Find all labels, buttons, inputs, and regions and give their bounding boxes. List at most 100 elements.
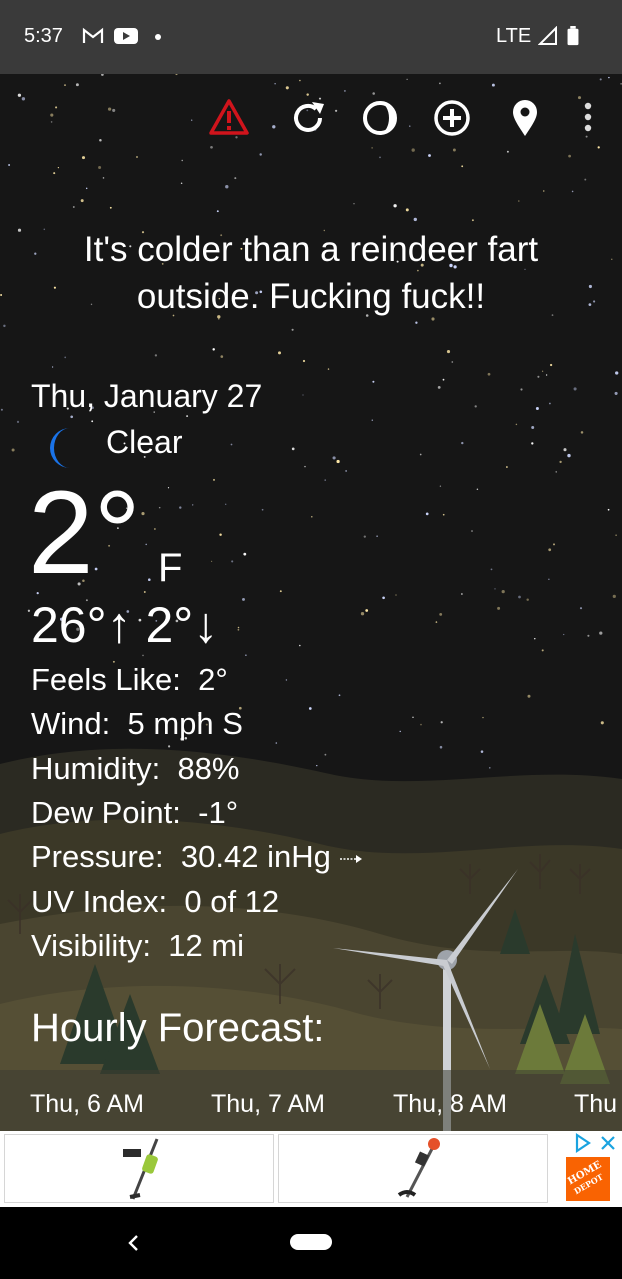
star bbox=[136, 156, 138, 158]
ad-product-card[interactable] bbox=[278, 1134, 548, 1203]
star bbox=[91, 420, 94, 423]
star bbox=[526, 598, 529, 601]
ad-banner[interactable]: HOME DEPOT bbox=[0, 1131, 622, 1207]
star bbox=[471, 219, 474, 222]
star bbox=[406, 78, 408, 81]
star bbox=[615, 371, 619, 375]
string-trimmer-1 bbox=[123, 1138, 159, 1200]
star bbox=[518, 595, 521, 599]
overflow-menu-icon[interactable] bbox=[566, 96, 610, 140]
back-icon[interactable] bbox=[124, 1231, 144, 1255]
star bbox=[371, 147, 373, 149]
star bbox=[212, 348, 215, 351]
detail-label: Wind: bbox=[31, 706, 111, 741]
hourly-item[interactable]: Thu, 7 AM bbox=[211, 1090, 325, 1119]
detail-value: 0 of 12 bbox=[184, 884, 280, 919]
star bbox=[615, 534, 617, 536]
wind-row: Wind: 5 mph S bbox=[31, 706, 243, 742]
star bbox=[242, 597, 245, 601]
home-pill-icon[interactable] bbox=[289, 1233, 333, 1251]
detail-value: 30.42 inHg bbox=[180, 839, 331, 874]
detail-label: UV Index: bbox=[31, 884, 168, 919]
star bbox=[568, 154, 571, 158]
navigation-bar bbox=[0, 1207, 622, 1279]
star bbox=[285, 679, 288, 681]
star bbox=[27, 609, 31, 612]
star bbox=[599, 78, 602, 81]
star bbox=[109, 206, 112, 209]
hourly-item[interactable]: Thu bbox=[574, 1090, 617, 1119]
refresh-icon[interactable] bbox=[286, 96, 330, 140]
star bbox=[395, 594, 397, 596]
star bbox=[225, 503, 227, 505]
star bbox=[64, 84, 66, 86]
star bbox=[541, 370, 544, 372]
star bbox=[607, 508, 610, 511]
star bbox=[98, 166, 102, 169]
feels-like-row: Feels Like: 2° bbox=[31, 662, 228, 698]
star bbox=[148, 578, 151, 581]
high-low-temperature: 26°↑ 2°↓ bbox=[31, 597, 219, 653]
star bbox=[489, 767, 491, 769]
alert-icon[interactable] bbox=[207, 96, 251, 140]
pressure-row: Pressure: 30.42 inHg bbox=[31, 839, 363, 875]
star bbox=[259, 153, 262, 156]
hourly-forecast-title: Hourly Forecast: bbox=[31, 1006, 325, 1050]
close-ad-icon[interactable] bbox=[600, 1135, 618, 1153]
star bbox=[291, 447, 295, 451]
star bbox=[334, 109, 338, 112]
status-bar: 5:37 LTE bbox=[0, 0, 622, 74]
signal-icon bbox=[538, 26, 557, 45]
arrow-right-icon bbox=[340, 854, 363, 863]
theme-icon[interactable] bbox=[358, 96, 402, 140]
detail-value: 12 mi bbox=[168, 928, 245, 963]
star bbox=[382, 596, 385, 600]
star bbox=[311, 516, 313, 518]
current-date: Thu, January 27 bbox=[31, 378, 263, 414]
star bbox=[420, 723, 422, 726]
star bbox=[515, 423, 518, 426]
star bbox=[442, 378, 445, 381]
ad-product-card[interactable] bbox=[4, 1134, 274, 1203]
star bbox=[299, 79, 301, 82]
star bbox=[245, 654, 247, 656]
star bbox=[57, 166, 60, 169]
location-pin-icon[interactable] bbox=[503, 96, 547, 140]
status-time: 5:37 bbox=[24, 25, 63, 47]
star bbox=[17, 93, 22, 97]
hourly-item[interactable]: Thu, 6 AM bbox=[30, 1090, 144, 1119]
star bbox=[608, 76, 610, 79]
star bbox=[192, 504, 194, 506]
star bbox=[75, 83, 79, 87]
star bbox=[99, 139, 102, 142]
star bbox=[304, 465, 306, 468]
hourly-item[interactable]: Thu, 8 AM bbox=[393, 1090, 507, 1119]
notification-dot-icon bbox=[155, 34, 161, 40]
star bbox=[158, 506, 161, 509]
star bbox=[579, 607, 583, 610]
star bbox=[213, 478, 215, 481]
detail-label: Pressure: bbox=[31, 839, 164, 874]
star bbox=[549, 402, 551, 405]
star bbox=[614, 391, 618, 395]
battery-icon bbox=[567, 26, 579, 46]
star bbox=[584, 178, 587, 181]
humidity-row: Humidity: 88% bbox=[31, 751, 239, 787]
star bbox=[494, 588, 496, 590]
star bbox=[21, 97, 26, 101]
detail-label: Humidity: bbox=[31, 751, 161, 786]
star bbox=[415, 321, 418, 324]
star bbox=[11, 448, 15, 452]
star bbox=[85, 187, 88, 190]
star bbox=[425, 512, 429, 516]
star bbox=[55, 106, 58, 109]
detail-label: Feels Like: bbox=[31, 662, 181, 697]
star bbox=[234, 177, 237, 180]
star bbox=[482, 716, 484, 719]
condition-text: Clear bbox=[106, 424, 183, 460]
star bbox=[261, 508, 264, 511]
add-location-icon[interactable] bbox=[430, 96, 474, 140]
star bbox=[461, 593, 463, 595]
star bbox=[324, 753, 327, 756]
star bbox=[142, 654, 144, 657]
